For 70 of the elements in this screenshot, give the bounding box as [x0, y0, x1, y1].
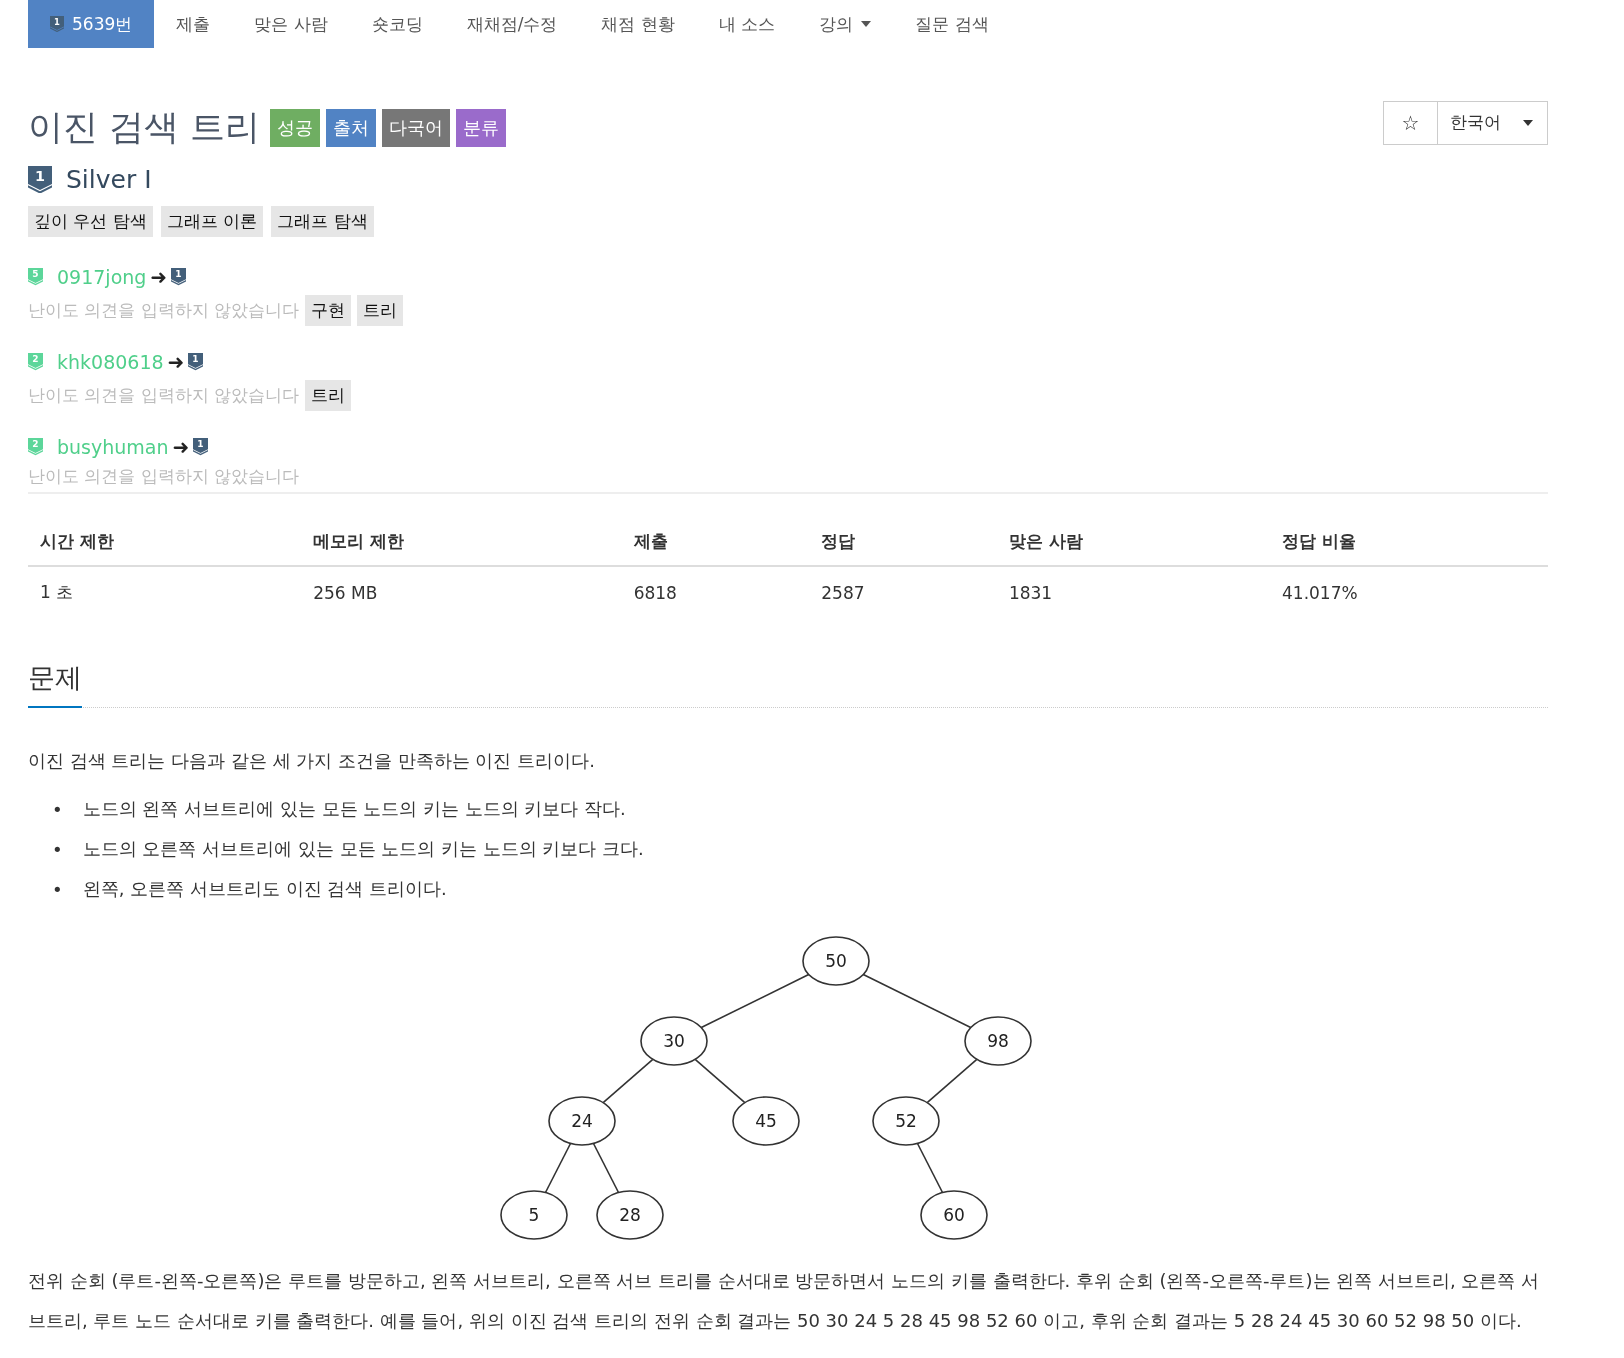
tier-badge-icon: 1 [50, 15, 64, 33]
arrow-icon: ➜ [167, 350, 185, 374]
table-cell: 6818 [621, 566, 810, 618]
tier-badge-icon: 2 [28, 438, 43, 456]
algorithm-tag[interactable]: 그래프 이론 [160, 206, 264, 237]
bullet-marker: • [52, 838, 63, 860]
tier-badge-icon: 1 [171, 268, 187, 286]
tree-node: 45 [732, 1096, 800, 1146]
algorithm-tag[interactable]: 구현 [305, 295, 352, 326]
algorithm-tag[interactable]: 깊이 우선 탐색 [28, 206, 153, 237]
bullet-item: 노드의 왼쪽 서브트리에 있는 모든 노드의 키는 노드의 키보다 작다. [82, 797, 626, 821]
tier-name: Silver I [66, 165, 152, 194]
nav-tab[interactable]: 1 5639번 [28, 0, 155, 48]
nav-tab[interactable]: 제출 [154, 0, 233, 48]
tier-badge-icon: 2 [28, 353, 43, 371]
section-heading: 문제 [28, 660, 82, 708]
tier-badge-icon: 5 [28, 268, 43, 286]
table-cell: 1831 [996, 566, 1270, 618]
nav-tab[interactable]: 질문 검색 [893, 0, 1011, 48]
nav-tab[interactable]: 재채점/수정 [444, 0, 580, 48]
tree-edge [592, 1142, 620, 1194]
problem-title: 이진 검색 트리 [28, 106, 261, 149]
column-header: 메모리 제한 [301, 518, 622, 566]
table-cell: 1 초 [28, 566, 302, 618]
tree-edge [544, 1142, 572, 1194]
bullet-item: 노드의 오른쪽 서브트리에 있는 모든 노드의 키는 노드의 키보다 크다. [82, 837, 644, 861]
tier-badge-icon: 1 [193, 438, 209, 456]
column-header: 맞은 사람 [996, 518, 1270, 566]
table-cell: 41.017% [1270, 566, 1548, 618]
nav-tab[interactable]: 숏코딩 [349, 0, 445, 48]
nav-tab[interactable]: 강의 [797, 0, 894, 48]
bullet-marker: • [52, 878, 63, 900]
tree-node: 98 [964, 1016, 1032, 1066]
bullet-marker: • [52, 798, 63, 820]
arrow-icon: ➜ [172, 435, 190, 459]
algorithm-tag[interactable]: 트리 [305, 380, 352, 411]
tree-node: 24 [548, 1096, 616, 1146]
tree-node: 60 [920, 1190, 988, 1240]
tree-edge [916, 1142, 944, 1194]
column-header: 정답 비율 [1270, 518, 1548, 566]
tree-node: 52 [872, 1096, 940, 1146]
bullet-item: 왼쪽, 오른쪽 서브트리도 이진 검색 트리이다. [82, 877, 447, 901]
tree-edge [694, 1058, 746, 1104]
arrow-icon: ➜ [150, 265, 168, 289]
tree-node: 50 [802, 936, 870, 986]
nav-tab[interactable]: 내 소스 [696, 0, 798, 48]
tree-node: 30 [640, 1016, 708, 1066]
opinion-note: 난이도 의견을 입력하지 않았습니다 [28, 384, 300, 407]
caret-icon [1523, 119, 1533, 126]
tree-node: 28 [596, 1190, 664, 1240]
opinion-note: 난이도 의견을 입력하지 않았습니다 [28, 465, 300, 488]
problem-text: 전위 순회 (루트-왼쪽-오른쪽)은 루트를 방문하고, 왼쪽 서브트리, 오른쪽 서브 트리를 순서대로 방문하면서 노드의 키를 출력한다. 후위 순회 (왼쪽-오른쪽-루트)는 왼쪽 서브트리, 오른쪽 서브트리, 루트 노드 순서대로 키를 출력한다. 예를 들어, 위의 이진 검색 트리의 전위 순회 결과는 50 30 24 5 28 45 98 52 60 이고, 후위 순회 결과는 5 28 24 45 30 60 52 98 50 이다. [28, 1269, 1541, 1333]
table-cell: 2587 [809, 566, 997, 618]
tree-edge [926, 1058, 978, 1104]
column-header: 제출 [621, 518, 810, 566]
tier-badge-icon: 1 [188, 353, 204, 371]
problem-label[interactable]: 출처 [326, 108, 377, 147]
problem-label[interactable]: 분류 [456, 108, 507, 147]
nav-tab[interactable]: 맞은 사람 [232, 0, 350, 48]
column-header: 정답 [809, 518, 997, 566]
problem-label[interactable]: 다국어 [382, 108, 451, 147]
problem-text: 이진 검색 트리는 다음과 같은 세 가지 조건을 만족하는 이진 트리이다. [28, 749, 596, 773]
algorithm-tag[interactable]: 그래프 탐색 [271, 206, 374, 237]
opinion-note: 난이도 의견을 입력하지 않았습니다 [28, 299, 300, 322]
table-cell: 256 MB [301, 566, 622, 618]
algorithm-tag[interactable]: 트리 [357, 295, 404, 326]
tree-edge [602, 1058, 654, 1104]
column-header: 시간 제한 [28, 518, 302, 566]
tree-node: 5 [500, 1190, 568, 1240]
nav-tab[interactable]: 채점 현황 [579, 0, 697, 48]
